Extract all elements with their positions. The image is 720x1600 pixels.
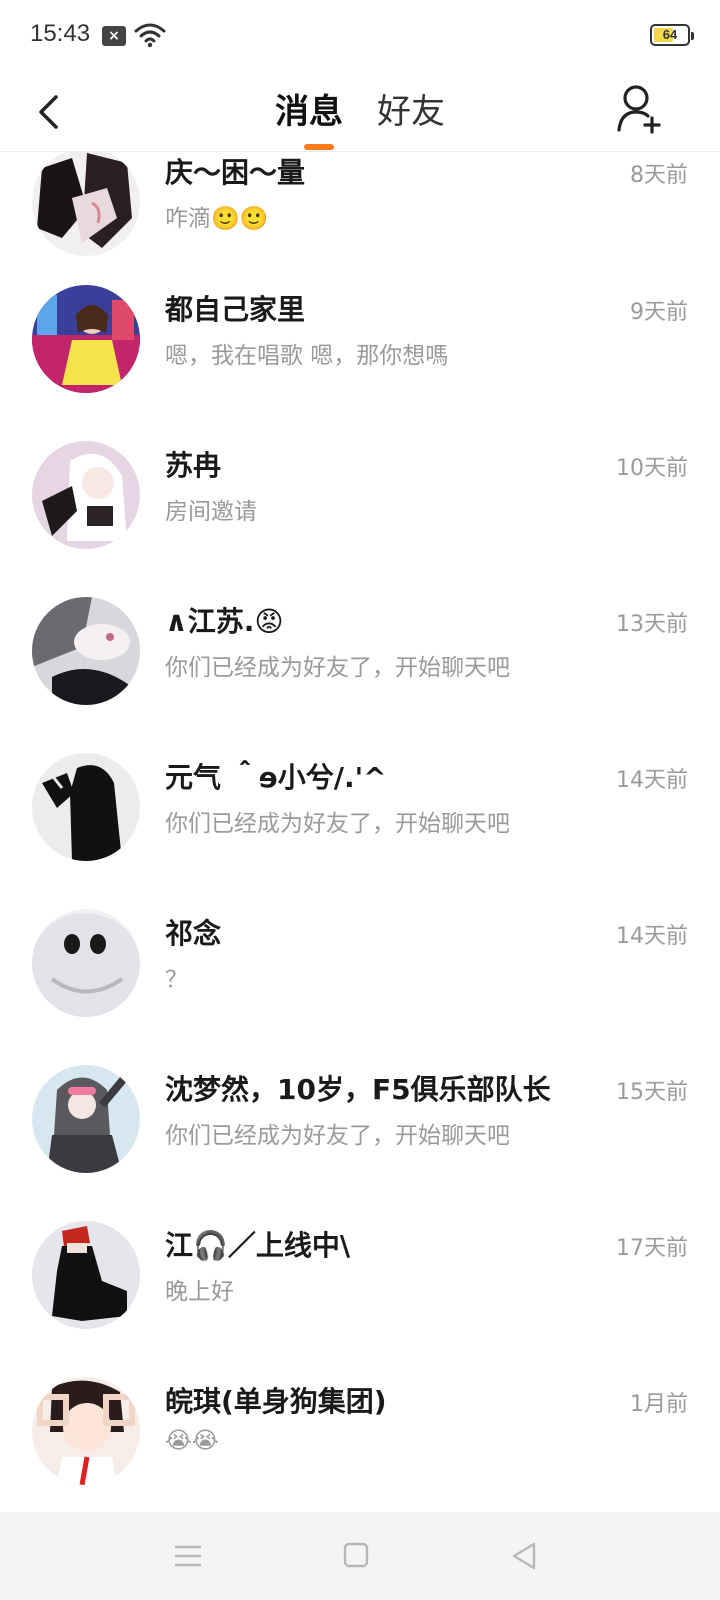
list-item[interactable]: 皖琪(单身狗集团) 😭😭 1月前 — [0, 1358, 720, 1512]
conversation-list[interactable]: 庆～困～量 咋滴🙂🙂 8天前 都自己家里 嗯，我在唱歌 嗯，那你想嗎 9天前 苏… — [0, 0, 720, 1512]
battery-level: 64 — [662, 27, 678, 42]
avatar — [32, 1377, 140, 1485]
avatar — [32, 909, 140, 1017]
message-time: 1月前 — [630, 1392, 688, 1417]
triangle-back-icon[interactable] — [506, 1540, 542, 1572]
message-preview: 咋滴🙂🙂 — [165, 206, 269, 232]
square-home-icon[interactable] — [338, 1540, 374, 1572]
message-preview: ？ — [165, 967, 188, 993]
close-x-badge-icon: × — [102, 26, 126, 46]
list-item[interactable]: 祁念 ？ 14天前 — [0, 890, 720, 1046]
status-time: 15:43 — [30, 20, 91, 47]
tab-friends[interactable]: 好友 — [377, 72, 445, 152]
header: 消息 好友 — [0, 72, 720, 152]
list-item[interactable]: 都自己家里 嗯，我在唱歌 嗯，那你想嗎 9天前 — [0, 266, 720, 422]
message-time: 8天前 — [630, 163, 688, 188]
message-time: 14天前 — [616, 924, 688, 949]
system-nav-bar — [0, 1512, 720, 1600]
message-preview: 嗯，我在唱歌 嗯，那你想嗎 — [165, 343, 449, 369]
avatar — [32, 1065, 140, 1173]
avatar — [32, 441, 140, 549]
contact-name: 庆～困～量 — [165, 156, 306, 189]
tab-messages[interactable]: 消息 — [275, 72, 343, 152]
menu-icon[interactable] — [170, 1540, 206, 1572]
list-item[interactable]: 苏冉 房间邀请 10天前 — [0, 422, 720, 578]
message-preview: 😭😭 — [165, 1428, 219, 1454]
message-preview: 你们已经成为好友了，开始聊天吧 — [165, 655, 510, 681]
battery-indicator: 64 — [650, 24, 694, 46]
list-item[interactable]: 元气 ＾ɘ小兮/.'^ 你们已经成为好友了，开始聊天吧 14天前 — [0, 734, 720, 890]
avatar — [32, 1221, 140, 1329]
list-item[interactable]: ∧江苏.😡 你们已经成为好友了，开始聊天吧 13天前 — [0, 578, 720, 734]
contact-name: 皖琪(单身狗集团) — [165, 1385, 387, 1418]
avatar — [32, 148, 140, 256]
add-user-icon — [617, 85, 661, 134]
message-time: 14天前 — [616, 768, 688, 793]
list-item[interactable]: 庆～困～量 咋滴🙂🙂 8天前 — [0, 129, 720, 285]
message-preview: 晚上好 — [165, 1279, 234, 1305]
status-bar: 15:43 × 64 — [0, 0, 720, 72]
contact-name: 江🎧／上线中\ — [165, 1229, 351, 1262]
list-item[interactable]: 江🎧／上线中\ 晚上好 17天前 — [0, 1202, 720, 1358]
message-preview: 你们已经成为好友了，开始聊天吧 — [165, 1123, 510, 1149]
contact-name: 沈梦然，10岁，F5俱乐部队长 — [165, 1073, 551, 1106]
message-time: 9天前 — [630, 300, 688, 325]
avatar — [32, 597, 140, 705]
contact-name: 元气 ＾ɘ小兮/.'^ — [165, 761, 387, 794]
contact-name: 祁念 — [165, 917, 222, 950]
message-preview: 你们已经成为好友了，开始聊天吧 — [165, 811, 510, 837]
message-time: 15天前 — [616, 1080, 688, 1105]
tab-bar: 消息 好友 — [0, 72, 720, 152]
wifi-icon — [134, 23, 166, 48]
message-time: 17天前 — [616, 1236, 688, 1261]
contact-name: ∧江苏.😡 — [165, 605, 284, 638]
tab-label: 好友 — [377, 92, 445, 132]
avatar — [32, 753, 140, 861]
tab-label: 消息 — [275, 92, 343, 132]
contact-name: 苏冉 — [165, 449, 222, 482]
message-preview: 房间邀请 — [165, 499, 257, 525]
message-time: 10天前 — [616, 456, 688, 481]
avatar — [32, 285, 140, 393]
tab-indicator — [304, 144, 334, 150]
contact-name: 都自己家里 — [165, 293, 306, 326]
list-item[interactable]: 沈梦然，10岁，F5俱乐部队长 你们已经成为好友了，开始聊天吧 15天前 — [0, 1046, 720, 1202]
message-time: 13天前 — [616, 612, 688, 637]
add-friend-button[interactable] — [616, 82, 666, 138]
